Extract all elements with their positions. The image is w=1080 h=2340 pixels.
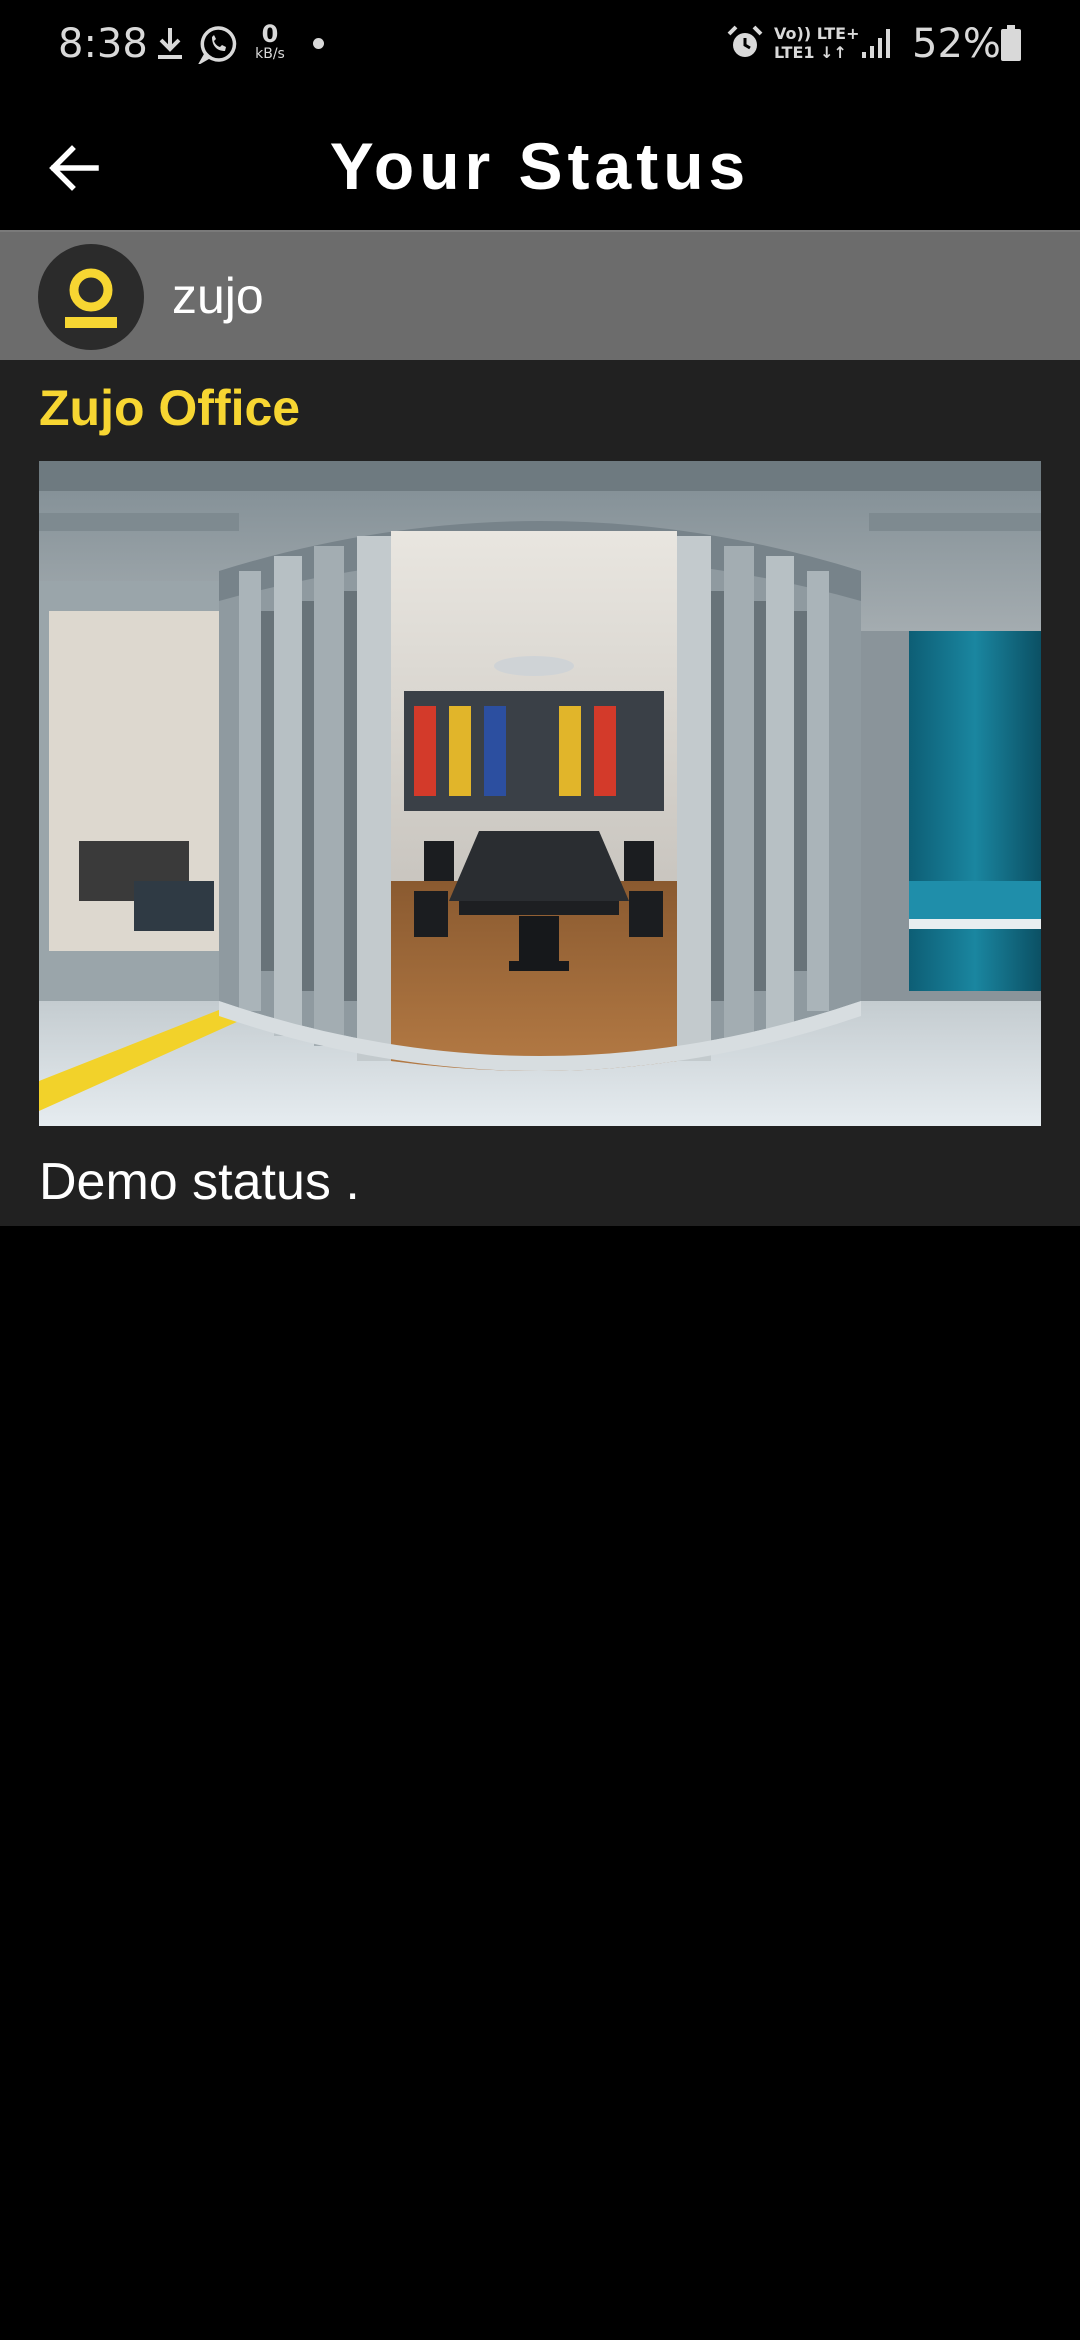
avatar[interactable] — [38, 244, 144, 350]
page-title: Your Status — [329, 129, 751, 203]
battery-icon — [1001, 25, 1021, 61]
net-speed: 0 kB/s — [250, 22, 290, 62]
status-caption: Demo status . — [39, 1153, 360, 1211]
net-speed-unit: kB/s — [255, 46, 285, 62]
status-title: Zujo Office — [39, 380, 301, 436]
notification-dot — [313, 38, 324, 49]
status-card[interactable]: Zujo Office Demo status . — [0, 360, 1080, 1226]
status-bar: 8:38 0 kB/s Vo)) LTE+ LTE1 ↓↑ 52% — [0, 0, 1080, 88]
status-time: 8:38 — [58, 21, 148, 67]
battery-percent: 52% — [912, 21, 1001, 67]
profile-name: zujo — [172, 268, 264, 324]
app-bar: Your Status — [0, 88, 1080, 230]
profile-header[interactable]: zujo — [0, 230, 1080, 360]
network-type: Vo)) LTE+ LTE1 ↓↑ — [774, 24, 860, 62]
whatsapp-icon — [198, 26, 237, 64]
screen: 8:38 0 kB/s Vo)) LTE+ LTE1 ↓↑ 52% Your S… — [0, 0, 1080, 2340]
lte-label-top: Vo)) LTE+ — [774, 24, 860, 43]
download-icon — [158, 28, 182, 59]
zujo-logo-icon — [65, 268, 117, 328]
signal-icon — [862, 29, 890, 58]
alarm-icon — [727, 25, 763, 57]
lte-label-bottom: LTE1 ↓↑ — [774, 43, 847, 62]
status-image[interactable] — [39, 461, 1041, 1126]
net-speed-value: 0 — [261, 20, 279, 48]
